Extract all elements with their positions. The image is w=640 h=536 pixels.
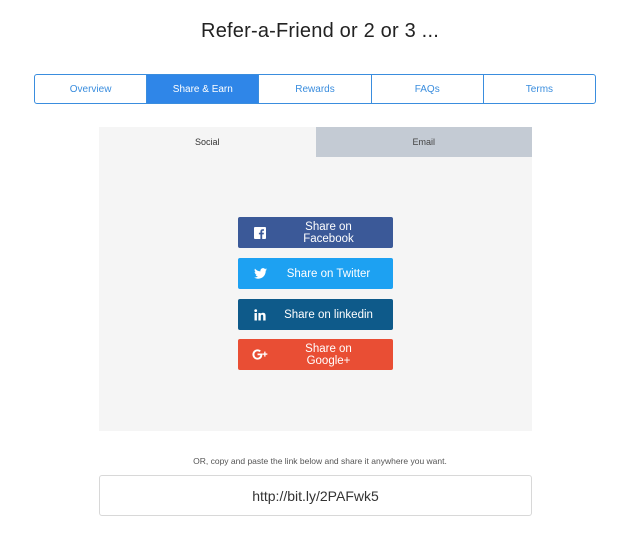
share-subtabs: Social Email xyxy=(99,127,532,157)
linkedin-icon xyxy=(238,308,282,321)
share-facebook-label: Share on Facebook xyxy=(303,220,354,245)
referral-link-field[interactable]: http://bit.ly/2PAFwk5 xyxy=(99,475,532,516)
share-google-plus-button[interactable]: Share on Google+ xyxy=(238,339,393,370)
share-linkedin-label: Share on linkedin xyxy=(284,308,373,321)
share-facebook-button[interactable]: Share on Facebook xyxy=(238,217,393,248)
tab-terms[interactable]: Terms xyxy=(484,75,595,103)
twitter-icon xyxy=(238,268,282,279)
tab-share-earn[interactable]: Share & Earn xyxy=(147,75,260,103)
subtab-email[interactable]: Email xyxy=(315,127,532,157)
share-twitter-button[interactable]: Share on Twitter xyxy=(238,258,393,289)
refer-a-friend-page: Refer-a-Friend or 2 or 3 ... Overview Sh… xyxy=(0,0,640,536)
subtab-social[interactable]: Social xyxy=(99,127,316,157)
main-tabs: Overview Share & Earn Rewards FAQs Terms xyxy=(34,74,596,104)
share-linkedin-button[interactable]: Share on linkedin xyxy=(238,299,393,330)
tab-rewards[interactable]: Rewards xyxy=(259,75,372,103)
share-twitter-label: Share on Twitter xyxy=(286,267,371,280)
page-title: Refer-a-Friend or 2 or 3 ... xyxy=(201,20,439,42)
copy-link-helper-text: OR, copy and paste the link below and sh… xyxy=(193,456,447,466)
tab-faqs[interactable]: FAQs xyxy=(372,75,484,103)
share-google-plus-label: Share on Google+ xyxy=(305,342,352,367)
google-plus-icon xyxy=(238,349,282,360)
tab-overview[interactable]: Overview xyxy=(35,75,148,103)
facebook-icon xyxy=(238,226,282,239)
share-panel: Social Email Share on Facebook Share on … xyxy=(99,127,532,431)
